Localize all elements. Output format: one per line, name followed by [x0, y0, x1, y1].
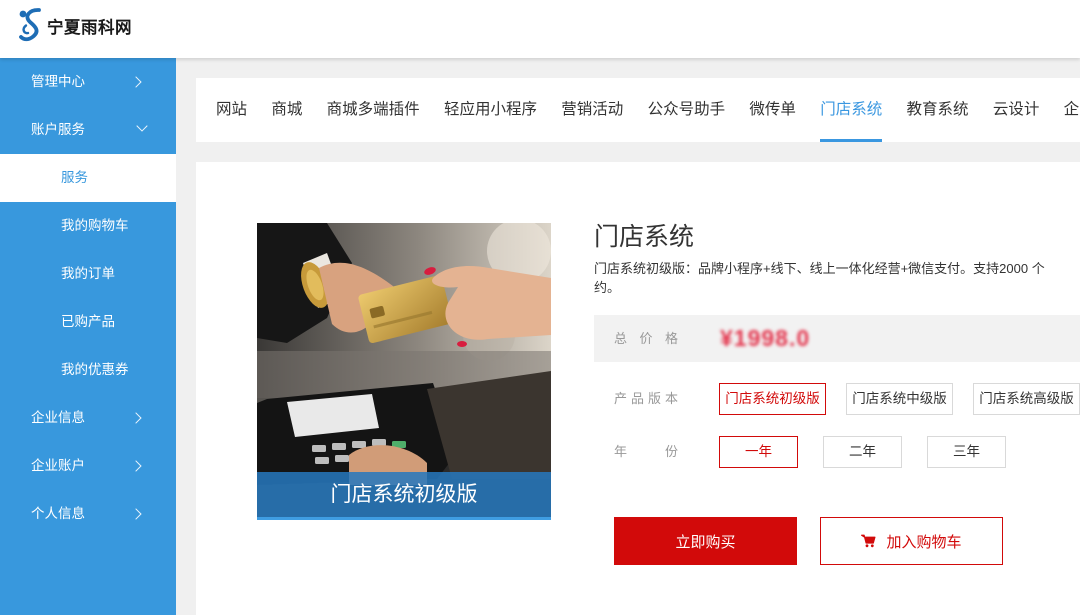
product-description: 门店系统初级版：品牌小程序+线下、线上一体化经营+微信支付。支持2000 个 约…	[594, 259, 1080, 297]
sidebar-item-services[interactable]: 服务	[0, 154, 176, 202]
tab-micro-flyer[interactable]: 微传单	[749, 78, 796, 142]
tab-light-app-mini-program[interactable]: 轻应用小程序	[444, 78, 537, 142]
add-to-cart-label: 加入购物车	[886, 533, 962, 551]
sidebar-item-orders[interactable]: 我的订单	[0, 250, 176, 298]
swirl-logo-icon	[19, 8, 41, 42]
tab-education-system[interactable]: 教育系统	[907, 78, 969, 142]
sidebar-item-enterprise-account[interactable]: 企业账户	[0, 442, 176, 490]
sidebar-item-label: 账户服务	[31, 122, 85, 137]
logo[interactable]: 宁夏雨科网	[18, 6, 132, 44]
product-panel: 门店系统初级版 门店系统 门店系统初级版：品牌小程序+线下、线上一体化经营+微信…	[196, 162, 1080, 615]
tab-enterprise[interactable]: 企	[1064, 78, 1080, 142]
product-tab-bar: 网站 商城 商城多端插件 轻应用小程序 营销活动 公众号助手 微传单 门店系统 教育系统 云设计企	[196, 78, 1080, 142]
sidebar-item-label: 服务	[61, 170, 88, 185]
year-label: 年 份	[614, 444, 678, 459]
sidebar-item-cart[interactable]: 我的购物车	[0, 202, 176, 250]
tab-official-account-assistant[interactable]: 公众号助手	[648, 78, 726, 142]
tab-mall-multi-platform-plugin[interactable]: 商城多端插件	[327, 78, 420, 142]
buy-now-button[interactable]: 立即购买	[614, 517, 797, 565]
chevron-right-icon	[130, 508, 142, 520]
year-option-2[interactable]: 二年	[823, 436, 902, 468]
sidebar-item-management-center[interactable]: 管理中心	[0, 58, 176, 106]
chevron-right-icon	[130, 460, 142, 472]
product-title: 门店系统	[594, 223, 695, 251]
sidebar: 管理中心 账户服务 服务 我的购物车 我的订单 已购产品 我的优惠券 企业信息 …	[0, 58, 176, 615]
price-value: ¥1998.0	[720, 325, 811, 351]
product-image-caption: 门店系统初级版	[257, 472, 551, 520]
add-to-cart-button[interactable]: 加入购物车	[820, 517, 1003, 565]
top-header: 宁夏雨科网	[0, 0, 1080, 58]
price-label: 总 价 格	[614, 331, 678, 346]
sidebar-item-enterprise-info[interactable]: 企业信息	[0, 394, 176, 442]
buy-now-label: 立即购买	[675, 533, 736, 551]
app-root: 宁夏雨科网 管理中心 账户服务 服务 我的购物车 我的订单 已购产品 我的优惠券…	[0, 0, 1080, 615]
version-label: 产品版本	[614, 391, 678, 406]
logo-text: 宁夏雨科网	[47, 18, 132, 37]
sidebar-item-account-services[interactable]: 账户服务	[0, 106, 176, 154]
price-bar: 总 价 格 ¥1998.0	[594, 315, 1080, 362]
tab-website[interactable]: 网站	[216, 78, 247, 142]
sidebar-item-personal-info[interactable]: 个人信息	[0, 490, 176, 538]
year-option-3[interactable]: 三年	[927, 436, 1006, 468]
tab-store-system[interactable]: 门店系统	[820, 78, 883, 142]
sidebar-item-label: 企业信息	[31, 410, 85, 425]
tab-mall[interactable]: 商城	[271, 78, 302, 142]
version-option-intermediate[interactable]: 门店系统中级版	[846, 383, 953, 415]
tab-marketing-campaigns[interactable]: 营销活动	[561, 78, 623, 142]
product-image: 门店系统初级版	[257, 223, 551, 520]
sidebar-item-label: 管理中心	[31, 74, 85, 89]
sidebar-item-label: 我的优惠券	[61, 362, 129, 377]
chevron-right-icon	[130, 412, 142, 424]
sidebar-item-purchased-products[interactable]: 已购产品	[0, 298, 176, 346]
chevron-down-icon	[136, 120, 148, 132]
year-option-1[interactable]: 一年	[719, 436, 798, 468]
version-option-advanced[interactable]: 门店系统高级版	[973, 383, 1080, 415]
product-description-line: 约。	[594, 280, 621, 295]
chevron-right-icon	[130, 76, 142, 88]
sidebar-item-label: 已购产品	[61, 314, 115, 329]
tab-list: 网站 商城 商城多端插件 轻应用小程序 营销活动 公众号助手 微传单 门店系统 教育系统 云设计企	[216, 78, 1080, 142]
version-option-basic[interactable]: 门店系统初级版	[719, 383, 826, 415]
sidebar-item-label: 我的订单	[61, 266, 115, 281]
sidebar-item-label: 企业账户	[31, 458, 85, 473]
product-description-line: 门店系统初级版：品牌小程序+线下、线上一体化经营+微信支付。支持2000 个	[594, 261, 1045, 276]
sidebar-item-label: 我的购物车	[61, 218, 129, 233]
tab-cloud-design[interactable]: 云设计	[993, 78, 1040, 142]
shopping-cart-icon	[861, 534, 876, 548]
sidebar-item-coupons[interactable]: 我的优惠券	[0, 346, 176, 394]
sidebar-item-label: 个人信息	[31, 506, 85, 521]
